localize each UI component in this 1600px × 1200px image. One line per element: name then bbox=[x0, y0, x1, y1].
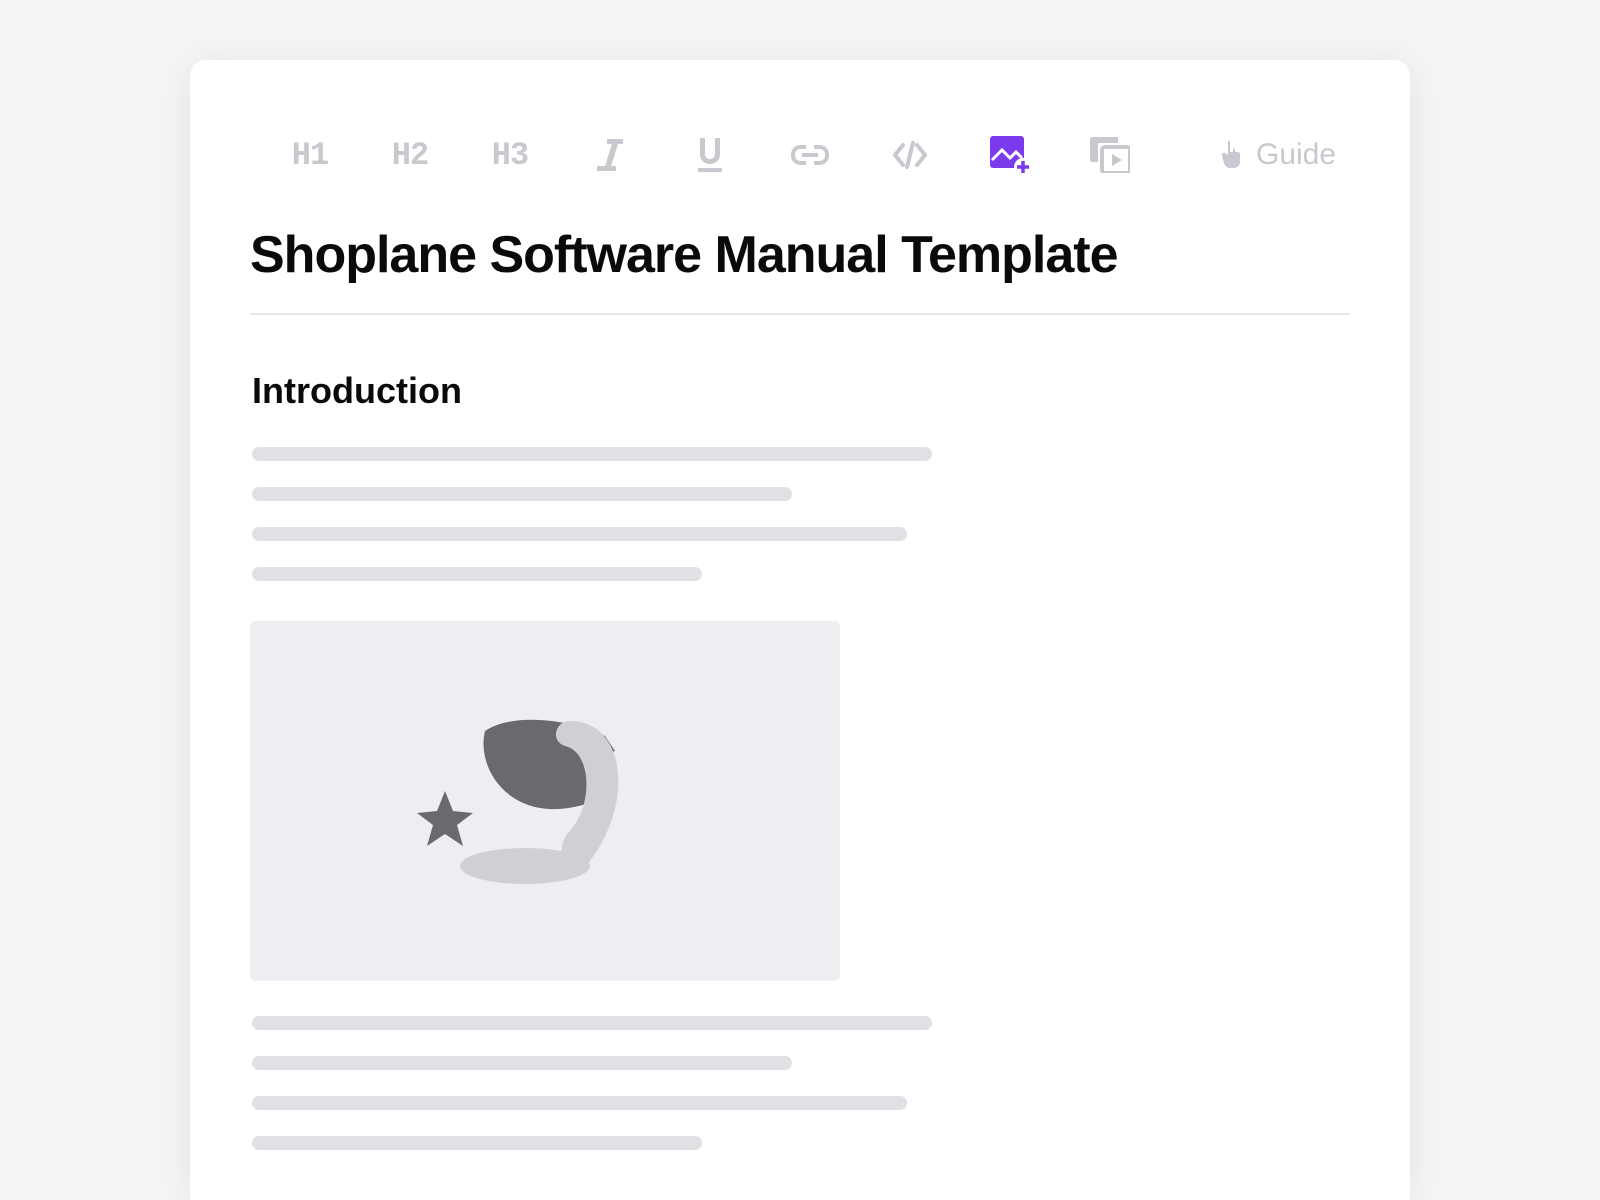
link-button[interactable] bbox=[760, 130, 860, 180]
text-line-placeholder bbox=[252, 447, 932, 461]
italic-icon bbox=[597, 139, 623, 171]
text-line-placeholder bbox=[252, 1016, 932, 1030]
hand-pointer-icon bbox=[1220, 140, 1244, 170]
image-add-icon bbox=[990, 136, 1030, 174]
paragraph-placeholder bbox=[250, 1016, 1350, 1150]
text-line-placeholder bbox=[252, 567, 702, 581]
text-line-placeholder bbox=[252, 1056, 792, 1070]
text-line-placeholder bbox=[252, 1096, 907, 1110]
section-heading[interactable]: Introduction bbox=[250, 315, 1350, 447]
image-placeholder[interactable] bbox=[250, 621, 840, 981]
guide-label: Guide bbox=[1256, 138, 1336, 172]
video-icon bbox=[1090, 137, 1130, 173]
h3-icon: H3 bbox=[492, 137, 528, 174]
text-line-placeholder bbox=[252, 1136, 702, 1150]
document-title[interactable]: Shoplane Software Manual Template bbox=[250, 205, 1350, 315]
text-line-placeholder bbox=[252, 487, 792, 501]
code-icon bbox=[891, 141, 929, 169]
italic-button[interactable] bbox=[560, 130, 660, 180]
code-button[interactable] bbox=[860, 130, 960, 180]
underline-icon bbox=[696, 138, 724, 172]
text-line-placeholder bbox=[252, 527, 907, 541]
h1-icon: H1 bbox=[292, 137, 328, 174]
toolbar: H1 H2 H3 bbox=[250, 110, 1350, 205]
heading-1-button[interactable]: H1 bbox=[260, 130, 360, 180]
paragraph-placeholder bbox=[250, 447, 1350, 581]
heading-3-button[interactable]: H3 bbox=[460, 130, 560, 180]
guide-button[interactable]: Guide bbox=[1220, 138, 1336, 172]
heading-2-button[interactable]: H2 bbox=[360, 130, 460, 180]
insert-video-button[interactable] bbox=[1060, 130, 1160, 180]
underline-button[interactable] bbox=[660, 130, 760, 180]
h2-icon: H2 bbox=[392, 137, 428, 174]
placeholder-artwork-icon bbox=[395, 691, 695, 911]
insert-image-button[interactable] bbox=[960, 130, 1060, 180]
editor-card: H1 H2 H3 bbox=[190, 60, 1410, 1200]
link-icon bbox=[791, 145, 829, 165]
